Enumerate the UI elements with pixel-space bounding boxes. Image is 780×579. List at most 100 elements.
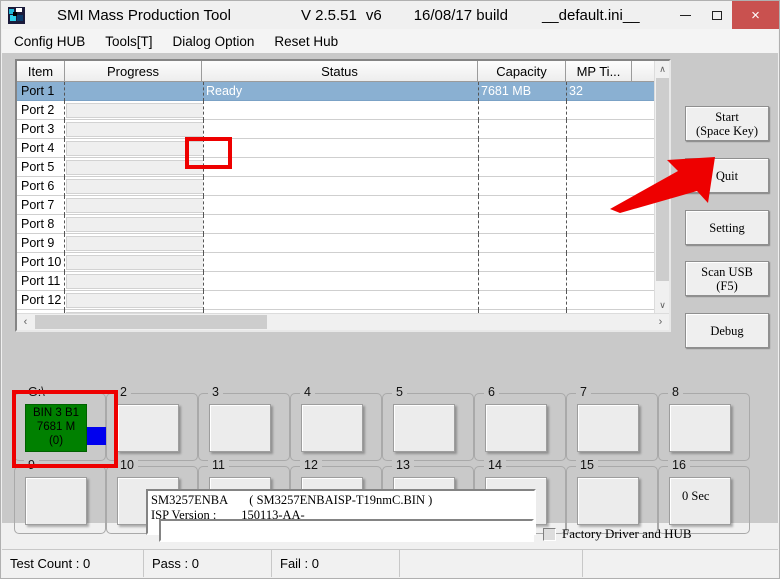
close-button[interactable]: × — [732, 1, 779, 29]
table-row[interactable]: Port 12 — [17, 290, 654, 310]
drive-slot-empty-indicator[interactable] — [25, 477, 87, 525]
scroll-up-icon[interactable]: ∧ — [655, 61, 669, 77]
drive-slot-label: 2 — [116, 386, 131, 399]
port-name-cell: Port 2 — [17, 100, 65, 120]
status-cell — [204, 290, 479, 310]
menu-item-tools[interactable]: Tools[T] — [97, 32, 160, 51]
drive-slot[interactable]: 9 — [14, 459, 106, 534]
drive-slot[interactable]: 4 — [290, 386, 382, 461]
column-header-status[interactable]: Status — [202, 61, 478, 82]
drive-slot-label: G:\ — [24, 386, 49, 399]
debug-button[interactable]: Debug — [685, 313, 769, 348]
isp-chip-line: SM3257ENBA ( SM3257ENBAISP-T19nmC.BIN ) — [151, 493, 433, 507]
progress-cell — [66, 83, 203, 99]
start-button-label: Start — [715, 109, 739, 124]
status-test-count: Test Count : 0 — [2, 550, 144, 577]
start-button[interactable]: Start (Space Key) — [685, 106, 769, 141]
quit-button[interactable]: Quit — [685, 158, 769, 193]
progress-cell — [66, 140, 203, 156]
table-row[interactable]: Port 8 — [17, 214, 654, 234]
drive-slot-empty-indicator[interactable] — [669, 404, 731, 452]
drive-slot[interactable]: G:\ BIN 3 B1 7681 M (0) — [14, 386, 107, 461]
capacity-cell — [479, 271, 567, 291]
factory-driver-checkbox[interactable]: Factory Driver and HUB — [543, 526, 692, 542]
drive-slot-active-indicator[interactable]: BIN 3 B1 7681 M (0) — [25, 404, 107, 452]
scroll-left-icon[interactable]: ‹ — [17, 314, 34, 330]
table-row[interactable]: Port 9 — [17, 233, 654, 253]
table-row[interactable]: Port 11 — [17, 271, 654, 291]
mp-time-cell — [567, 101, 633, 120]
drive-slot[interactable]: 8 — [658, 386, 750, 461]
progress-cell — [66, 102, 203, 118]
drive-slot[interactable]: 3 — [198, 386, 290, 461]
drive-slot[interactable]: 15 — [566, 459, 658, 534]
message-input[interactable] — [159, 519, 534, 542]
window-controls: × — [670, 1, 779, 29]
status-cell — [204, 195, 479, 215]
table-row[interactable]: Port 5 — [17, 157, 654, 177]
drive-slot-label: 10 — [116, 459, 138, 472]
port-list[interactable]: Item Progress Status Capacity MP Ti... P… — [15, 59, 671, 332]
drive-slot-empty-indicator[interactable] — [577, 404, 639, 452]
menu-item-config-hub[interactable]: Config HUB — [6, 32, 93, 51]
status-cell — [204, 100, 479, 120]
drive-slot-empty-indicator[interactable] — [209, 404, 271, 452]
table-row[interactable]: Port 4 — [17, 138, 654, 158]
setting-button[interactable]: Setting — [685, 210, 769, 245]
port-name-cell: Port 7 — [17, 195, 65, 215]
drive-slot[interactable]: 2 — [106, 386, 198, 461]
column-header-progress[interactable]: Progress — [65, 61, 202, 82]
checkbox-box[interactable] — [543, 527, 556, 541]
port-list-header: Item Progress Status Capacity MP Ti... — [17, 61, 669, 82]
scroll-down-icon[interactable]: ∨ — [655, 297, 669, 313]
scroll-right-icon[interactable]: › — [652, 314, 669, 330]
progress-cell — [66, 273, 203, 289]
drive-slot-empty-indicator[interactable] — [117, 404, 179, 452]
window-title: SMI Mass Production Tool — [57, 6, 231, 24]
version-label: V 2.5.51 — [300, 6, 357, 24]
drive-slot-empty-indicator[interactable] — [577, 477, 639, 525]
menu-item-reset-hub[interactable]: Reset Hub — [266, 32, 346, 51]
debug-button-label: Debug — [710, 323, 744, 338]
status-pass: Pass : 0 — [144, 550, 272, 577]
drive-slot-size-text: 7681 M — [36, 421, 76, 434]
menu-item-dialog-option[interactable]: Dialog Option — [165, 32, 263, 51]
smi-app-icon — [8, 6, 25, 24]
port-name-cell: Port 11 — [17, 271, 65, 291]
port-name-cell: Port 8 — [17, 214, 65, 234]
start-button-shortcut: (Space Key) — [695, 123, 759, 138]
minimize-button[interactable] — [670, 1, 701, 29]
scan-usb-button-label: Scan USB — [701, 264, 753, 279]
drive-slot[interactable]: 7 — [566, 386, 658, 461]
drive-slot-empty-indicator[interactable] — [393, 404, 455, 452]
factory-driver-checkbox-label: Factory Driver and HUB — [562, 526, 692, 541]
progress-cell — [66, 292, 203, 308]
capacity-cell — [479, 252, 567, 272]
table-row[interactable]: Port 3 — [17, 119, 654, 139]
port-list-horizontal-scrollbar[interactable]: ‹ › — [17, 313, 669, 330]
capacity-cell — [479, 233, 567, 253]
column-header-capacity[interactable]: Capacity — [478, 61, 566, 82]
drive-slot[interactable]: 5 — [382, 386, 474, 461]
client-area: Item Progress Status Capacity MP Ti... P… — [2, 53, 778, 542]
table-row[interactable]: Port 7 — [17, 195, 654, 215]
table-row[interactable]: Port 6 — [17, 176, 654, 196]
drive-slot-empty-indicator[interactable] — [485, 404, 547, 452]
maximize-button[interactable] — [701, 1, 732, 29]
mp-time-cell — [567, 177, 633, 196]
column-header-mp-time[interactable]: MP Ti... — [566, 61, 632, 82]
horizontal-scroll-thumb[interactable] — [35, 315, 267, 329]
scan-usb-button[interactable]: Scan USB (F5) — [685, 261, 769, 296]
drive-slot-index-text: (0) — [48, 435, 64, 448]
port-name-cell: Port 9 — [17, 233, 65, 253]
table-row[interactable]: Port 1 Ready 7681 MB 32 — [17, 81, 654, 101]
column-header-item[interactable]: Item — [17, 61, 65, 82]
vertical-scroll-thumb[interactable] — [656, 78, 669, 281]
drive-slot-empty-indicator[interactable] — [301, 404, 363, 452]
drive-slot[interactable]: 6 — [474, 386, 566, 461]
port-list-vertical-scrollbar[interactable]: ∧ ∨ — [654, 61, 669, 313]
quit-button-label: Quit — [715, 168, 739, 183]
table-row[interactable]: Port 10 — [17, 252, 654, 272]
port-list-rows: Port 1 Ready 7681 MB 32 Port 2 Port 3 Port 4 Po… — [17, 81, 654, 330]
table-row[interactable]: Port 2 — [17, 100, 654, 120]
